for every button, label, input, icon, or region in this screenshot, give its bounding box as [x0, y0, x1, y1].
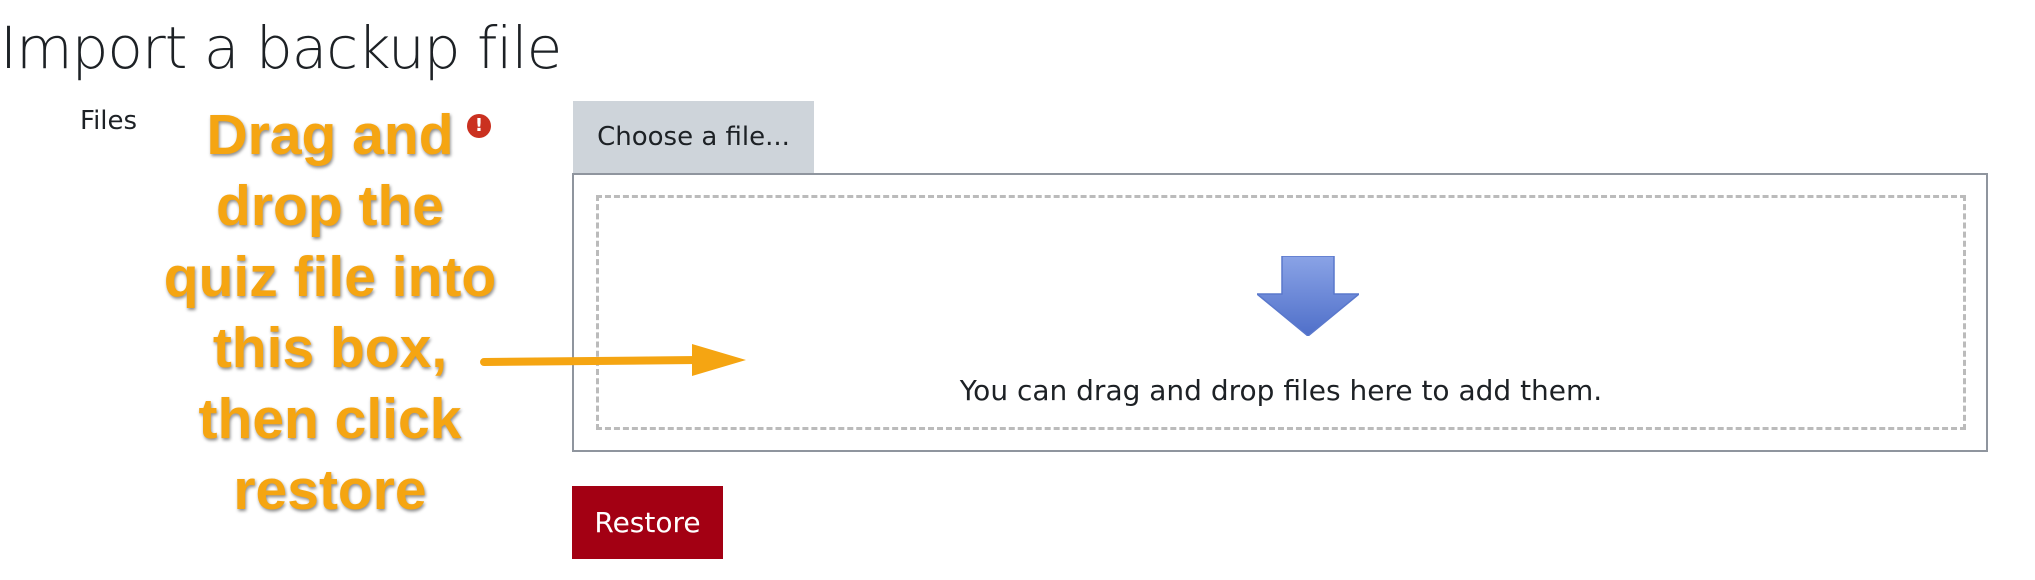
choose-file-button[interactable]: Choose a file... [573, 101, 814, 173]
annotation-line: quiz file into [163, 245, 497, 309]
instruction-annotation: Drag and drop the quiz file into this bo… [140, 100, 520, 526]
page-title: Import a backup file [0, 14, 562, 82]
arrow-down-icon [1257, 256, 1359, 336]
dropzone-instructions: You can drag and drop files here to add … [959, 374, 1603, 407]
file-drop-container[interactable]: You can drag and drop files here to add … [572, 173, 1988, 452]
annotation-line: Drag and [206, 103, 454, 167]
annotation-line: restore [233, 458, 427, 522]
files-label: Files [80, 106, 138, 136]
arrow-right-icon [480, 344, 746, 376]
required-icon: ! [467, 114, 491, 138]
annotation-line: then click [198, 387, 462, 451]
annotation-line: this box, [212, 316, 448, 380]
annotation-line: drop the [216, 174, 444, 238]
restore-button[interactable]: Restore [572, 486, 723, 559]
file-dropzone[interactable]: You can drag and drop files here to add … [596, 195, 1966, 430]
